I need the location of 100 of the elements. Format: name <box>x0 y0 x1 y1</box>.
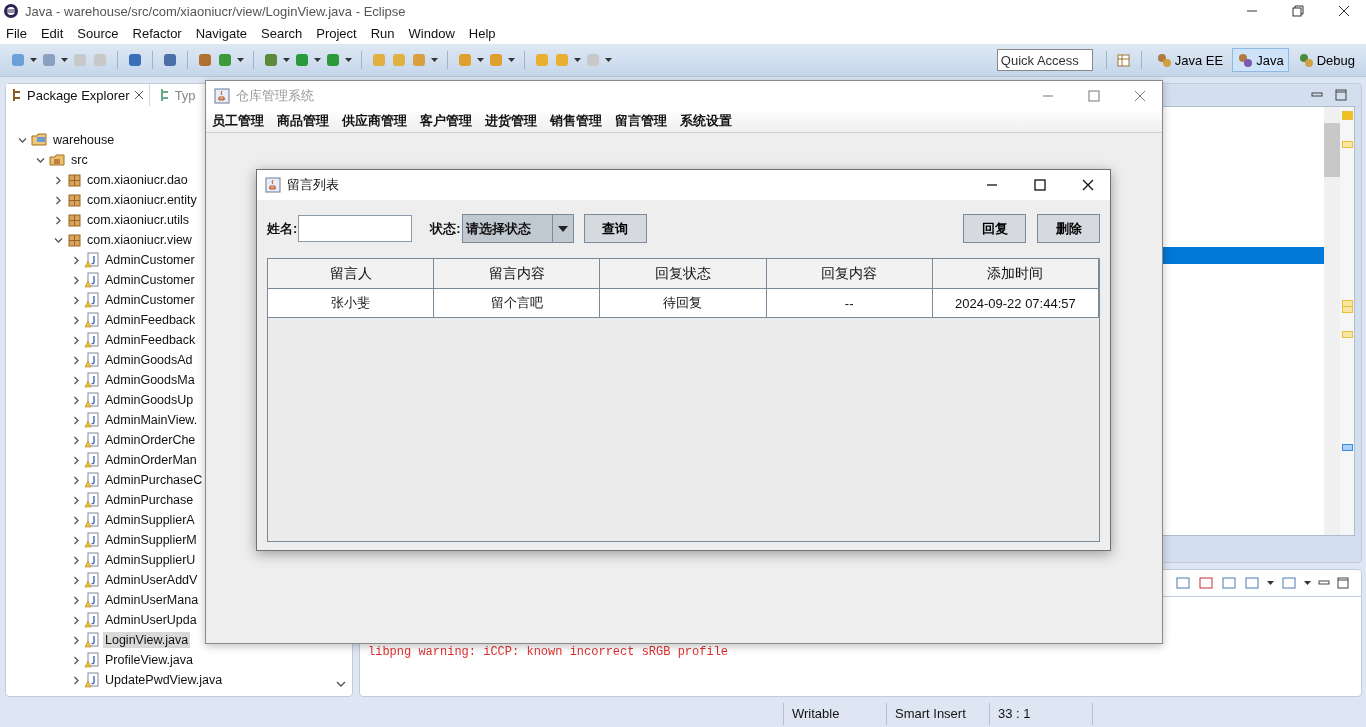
dropdown-arrow-icon[interactable] <box>574 58 581 62</box>
chevron-right-icon[interactable] <box>72 655 81 665</box>
chevron-right-icon[interactable] <box>72 255 81 265</box>
tree-item[interactable]: com.xiaoniucr.entity <box>85 192 199 208</box>
dropdown-arrow-icon[interactable] <box>345 58 352 62</box>
vertical-scrollbar[interactable] <box>1324 107 1340 535</box>
menu-item[interactable]: Search <box>261 25 303 41</box>
chevron-right-icon[interactable] <box>72 415 81 425</box>
action-button[interactable]: 回复 <box>963 214 1026 243</box>
view-tab[interactable]: Typ <box>153 84 201 106</box>
tree-item[interactable]: AdminPurchase <box>103 492 196 508</box>
chevron-right-icon[interactable] <box>72 555 81 565</box>
chevron-right-icon[interactable] <box>72 355 81 365</box>
minimize-view-icon[interactable] <box>1318 579 1330 587</box>
menu-item[interactable]: Window <box>408 25 455 41</box>
dropdown-arrow-icon[interactable] <box>477 58 484 62</box>
dropdown-arrow-icon[interactable] <box>1304 581 1311 585</box>
tree-item[interactable]: com.xiaoniucr.utils <box>85 212 192 228</box>
chevron-right-icon[interactable] <box>72 475 81 485</box>
menu-item[interactable]: Help <box>468 25 496 41</box>
tree-item[interactable]: AdminOrderChe <box>103 432 198 448</box>
menu-item[interactable]: Run <box>370 25 395 41</box>
menu-item[interactable]: File <box>6 25 27 41</box>
menu-item[interactable]: 员工管理 <box>212 112 264 130</box>
chevron-right-icon[interactable] <box>72 575 81 585</box>
tree-item[interactable]: AdminUserAddV <box>103 572 200 588</box>
chevron-right-icon[interactable] <box>54 215 63 225</box>
chevron-right-icon[interactable] <box>72 635 81 645</box>
column-header[interactable]: 添加时间 <box>932 259 1099 289</box>
menu-item[interactable]: Project <box>316 25 357 41</box>
menu-item[interactable]: 客户管理 <box>420 112 472 130</box>
minimize-view-icon[interactable] <box>1311 91 1323 99</box>
tree-item[interactable]: AdminCustomer <box>103 292 197 308</box>
chevron-right-icon[interactable] <box>72 295 81 305</box>
column-header[interactable]: 回复状态 <box>600 259 767 289</box>
column-header[interactable]: 留言内容 <box>434 259 601 289</box>
tree-item[interactable]: AdminOrderMan <box>103 452 199 468</box>
tree-item[interactable]: warehouse <box>51 132 117 148</box>
tree-item[interactable]: AdminCustomer <box>103 252 197 268</box>
dropdown-arrow-icon[interactable] <box>605 58 612 62</box>
dropdown-arrow-icon[interactable] <box>1267 581 1274 585</box>
menu-item[interactable]: Navigate <box>195 25 247 41</box>
chevron-down-icon[interactable] <box>36 155 45 165</box>
menu-item[interactable]: 进货管理 <box>485 112 537 130</box>
chevron-right-icon[interactable] <box>72 315 81 325</box>
tree-item[interactable]: AdminUserUpda <box>103 612 199 628</box>
tree-item[interactable]: AdminSupplierU <box>103 552 198 568</box>
chevron-down-icon[interactable] <box>54 235 63 245</box>
chevron-right-icon[interactable] <box>72 335 81 345</box>
maximize-icon[interactable] <box>1034 179 1046 191</box>
tree-item[interactable]: AdminUserMana <box>103 592 201 608</box>
tree-item[interactable]: LoginView.java <box>103 632 191 648</box>
menu-item[interactable]: 销售管理 <box>550 112 602 130</box>
tree-item[interactable]: AdminFeedback <box>103 332 198 348</box>
open-perspective-icon[interactable] <box>1115 52 1132 68</box>
chevron-right-icon[interactable] <box>72 675 81 685</box>
dropdown-arrow-icon[interactable] <box>314 58 321 62</box>
chevron-right-icon[interactable] <box>72 515 81 525</box>
restore-icon[interactable] <box>1292 5 1304 17</box>
column-header[interactable]: 留言人 <box>268 259 435 289</box>
chevron-right-icon[interactable] <box>72 435 81 445</box>
chevron-right-icon[interactable] <box>54 195 63 205</box>
perspective-button[interactable]: Java EE <box>1150 48 1229 72</box>
menu-item[interactable]: 供应商管理 <box>342 112 407 130</box>
action-button[interactable]: 删除 <box>1037 214 1100 243</box>
chevron-right-icon[interactable] <box>72 455 81 465</box>
menu-item[interactable]: Refactor <box>132 25 182 41</box>
chevron-down-icon[interactable] <box>18 135 27 145</box>
maximize-view-icon[interactable] <box>1337 577 1349 589</box>
close-icon[interactable] <box>1338 5 1350 17</box>
perspective-button[interactable]: Debug <box>1292 48 1360 72</box>
tree-item[interactable]: AdminGoodsMa <box>103 372 197 388</box>
maximize-view-icon[interactable] <box>1335 89 1347 101</box>
dropdown-arrow-icon[interactable] <box>30 58 37 62</box>
tree-item[interactable]: AdminGoodsAd <box>103 352 195 368</box>
column-header[interactable]: 回复内容 <box>766 259 933 289</box>
tree-item[interactable]: AdminFeedback <box>103 312 198 328</box>
chevron-right-icon[interactable] <box>72 275 81 285</box>
close-icon[interactable] <box>133 90 144 100</box>
view-tab[interactable]: Package Explorer <box>6 84 150 106</box>
dropdown-arrow-icon[interactable] <box>237 58 244 62</box>
chevron-right-icon[interactable] <box>72 375 81 385</box>
menu-item[interactable]: 系统设置 <box>680 112 732 130</box>
tree-item[interactable]: AdminSupplierA <box>103 512 197 528</box>
chevron-right-icon[interactable] <box>72 495 81 505</box>
dropdown-arrow-icon[interactable] <box>61 58 68 62</box>
chevron-right-icon[interactable] <box>72 535 81 545</box>
menu-item[interactable]: 留言管理 <box>615 112 667 130</box>
menu-item[interactable]: 商品管理 <box>277 112 329 130</box>
chevron-right-icon[interactable] <box>54 175 63 185</box>
quick-access-field[interactable]: Quick Access <box>996 49 1093 71</box>
dropdown-arrow-icon[interactable] <box>283 58 290 62</box>
tree-item[interactable]: UpdatePwdView.java <box>103 672 225 688</box>
chevron-right-icon[interactable] <box>72 615 81 625</box>
tree-item[interactable]: com.xiaoniucr.view <box>85 232 194 248</box>
tree-item[interactable]: AdminPurchaseC <box>103 472 205 488</box>
menu-item[interactable]: Source <box>77 25 119 41</box>
scroll-down-icon[interactable] <box>336 680 346 688</box>
perspective-button[interactable]: Java <box>1232 48 1289 72</box>
search-button[interactable]: 查询 <box>583 214 647 243</box>
